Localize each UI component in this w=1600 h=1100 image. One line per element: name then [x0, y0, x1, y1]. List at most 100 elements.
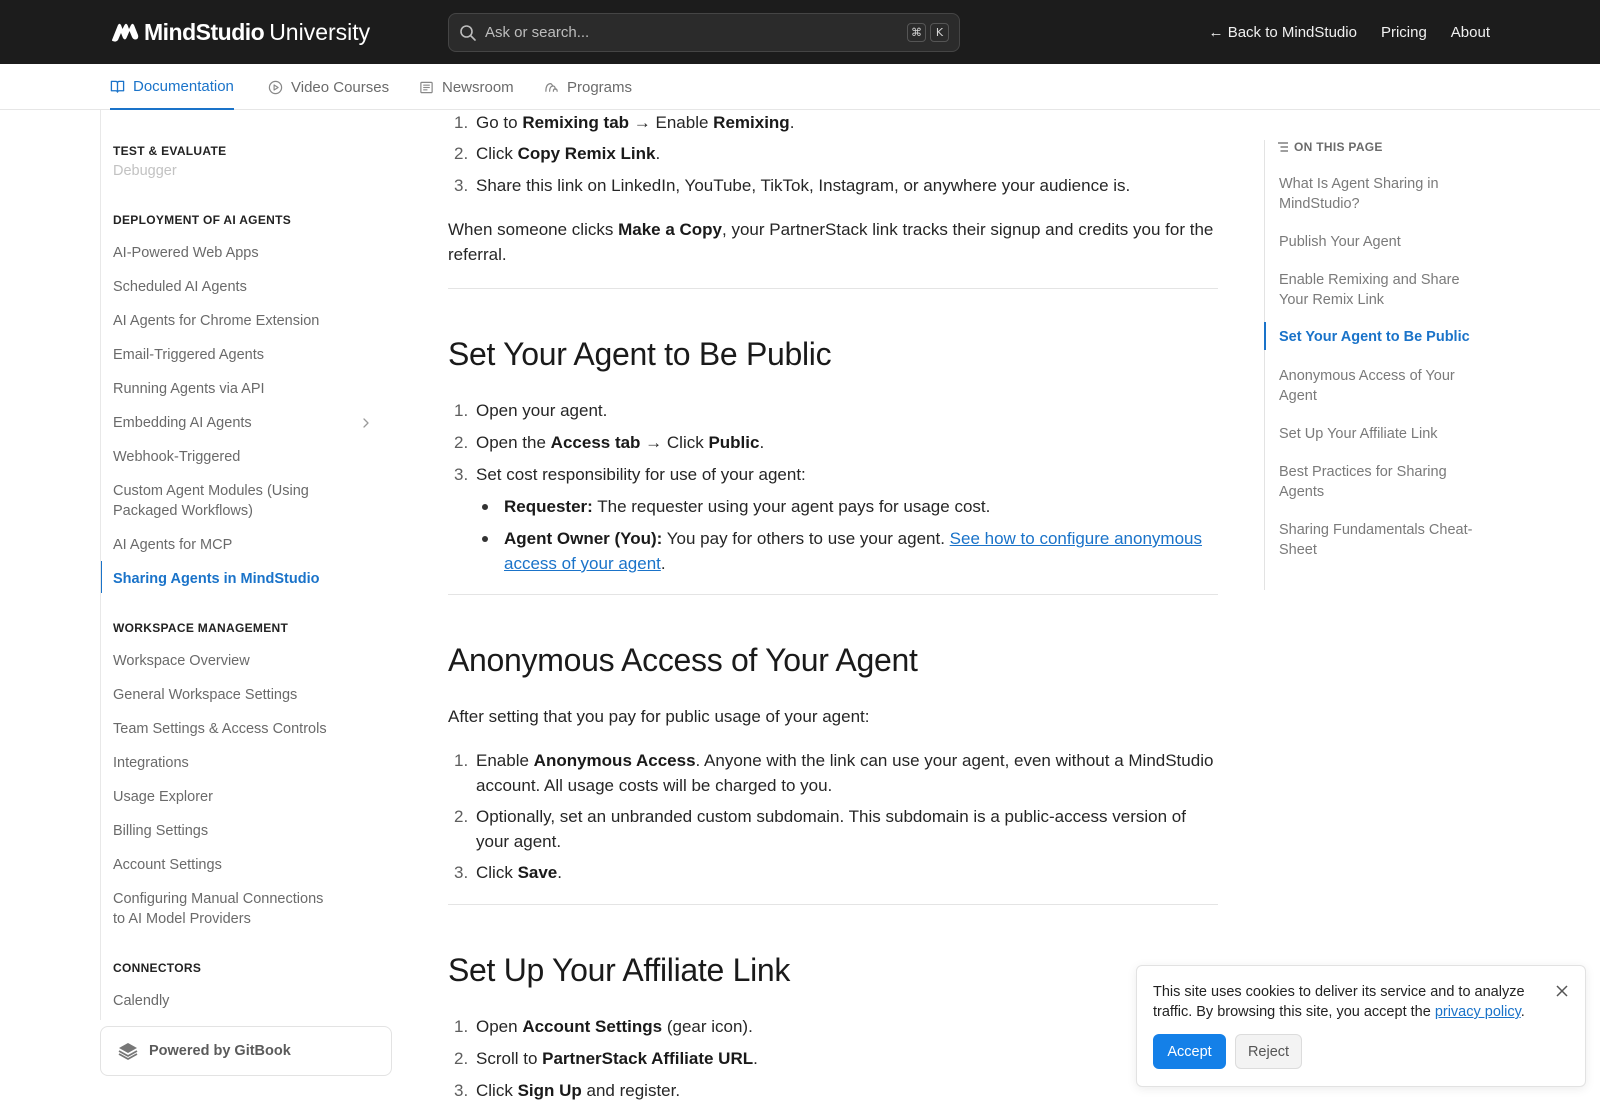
- list-text: Optionally, set an unbranded custom subd…: [476, 807, 1186, 851]
- pricing-link[interactable]: Pricing: [1381, 24, 1427, 41]
- search-icon: [460, 24, 476, 41]
- tab-label: Newsroom: [442, 78, 514, 96]
- tab-label: Programs: [567, 78, 633, 96]
- list-number: 1.: [454, 751, 469, 770]
- powered-by-gitbook[interactable]: Powered by GitBook: [100, 1026, 392, 1076]
- paragraph: When someone clicks Make a Copy, your Pa…: [448, 220, 1214, 264]
- list-text: Share this link on LinkedIn, YouTube, Ti…: [476, 176, 1131, 195]
- sidebar-item-usage-explorer[interactable]: Usage Explorer: [113, 787, 373, 807]
- sidebar-item-debugger[interactable]: Debugger: [113, 161, 373, 181]
- list-number: 2.: [454, 1049, 469, 1068]
- shortcut-key-cmd: ⌘: [907, 23, 926, 42]
- sidebar-item-calendly[interactable]: Calendly: [113, 991, 373, 1011]
- sidebar-section-title: TEST & EVALUATE: [113, 144, 227, 158]
- gitbook-icon: [118, 1043, 138, 1060]
- list-number: 2.: [454, 144, 469, 163]
- toc-item-public[interactable]: Set Your Agent to Be Public: [1279, 327, 1479, 347]
- back-to-mindstudio-link[interactable]: ← Back to MindStudio: [1209, 24, 1357, 41]
- list-text: Go to Remixing tab → Enable Remixing.: [476, 113, 795, 132]
- sidebar-item-billing-settings[interactable]: Billing Settings: [113, 821, 373, 841]
- sidebar-section-title: CONNECTORS: [113, 961, 202, 975]
- toc-item-publish[interactable]: Publish Your Agent: [1279, 232, 1479, 252]
- shortcut-key-k: K: [930, 23, 949, 42]
- sidebar-item-agents-for-mcp[interactable]: AI Agents for MCP: [113, 535, 373, 555]
- toc-title: ON THIS PAGE: [1277, 140, 1383, 154]
- chevron-right-icon[interactable]: [359, 416, 373, 430]
- sidebar-item-sharing-agents[interactable]: Sharing Agents in MindStudio: [113, 569, 373, 589]
- sidebar-item-webhook-triggered[interactable]: Webhook-Triggered: [113, 447, 373, 467]
- tab-programs[interactable]: Programs: [544, 64, 632, 110]
- sidebar-item-custom-agent-modules[interactable]: Custom Agent Modules (Using Packaged Wor…: [113, 481, 313, 521]
- toc-item-what-is-sharing[interactable]: What Is Agent Sharing in MindStudio?: [1279, 174, 1479, 214]
- book-icon: [110, 80, 125, 93]
- section-heading-anonymous: Anonymous Access of Your Agent: [448, 642, 918, 678]
- tab-video-courses[interactable]: Video Courses: [268, 64, 389, 110]
- divider: [448, 288, 1218, 289]
- list-number: 3.: [454, 1081, 469, 1100]
- sidebar-active-indicator: [101, 561, 102, 593]
- list-number: 1.: [454, 1017, 469, 1036]
- toc-item-affiliate[interactable]: Set Up Your Affiliate Link: [1279, 424, 1479, 444]
- sidebar-item-label: Embedding AI Agents: [113, 415, 252, 431]
- list-text: Enable Anonymous Access. Anyone with the…: [476, 751, 1214, 795]
- top-bar: MindStudio University Ask or search... ⌘…: [0, 0, 1600, 64]
- section-heading-public: Set Your Agent to Be Public: [448, 336, 832, 372]
- bullet-dot: [482, 536, 488, 542]
- sidebar-item-running-via-api[interactable]: Running Agents via API: [113, 379, 373, 399]
- reject-button[interactable]: Reject: [1235, 1034, 1302, 1069]
- sidebar-item-team-settings[interactable]: Team Settings & Access Controls: [113, 719, 373, 739]
- sidebar-item-integrations[interactable]: Integrations: [113, 753, 373, 773]
- toc-item-remixing[interactable]: Enable Remixing and Share Your Remix Lin…: [1279, 270, 1479, 310]
- newspaper-icon: [420, 81, 433, 93]
- cookie-banner: This site uses cookies to deliver its se…: [1136, 965, 1586, 1087]
- toc-item-cheat-sheet[interactable]: Sharing Fundamentals Cheat-Sheet: [1279, 520, 1479, 560]
- tab-label: Video Courses: [291, 78, 390, 96]
- list-text: Open your agent.: [476, 401, 608, 420]
- list-text: Scroll to PartnerStack Affiliate URL.: [476, 1049, 758, 1068]
- list-icon: [1278, 142, 1288, 152]
- sidebar-item-account-settings[interactable]: Account Settings: [113, 855, 373, 875]
- sidebar-item-chrome-extension[interactable]: AI Agents for Chrome Extension: [113, 311, 373, 331]
- cookie-message: This site uses cookies to deliver its se…: [1153, 984, 1525, 1020]
- list-text: Click Sign Up and register.: [476, 1081, 681, 1100]
- about-link[interactable]: About: [1451, 24, 1490, 41]
- sidebar-section-title: DEPLOYMENT OF AI AGENTS: [113, 213, 292, 227]
- top-links: ← Back to MindStudio Pricing About: [1209, 0, 1490, 64]
- sidebar-item-embedding-agents[interactable]: Embedding AI Agents: [113, 413, 373, 433]
- play-circle-icon: [268, 80, 283, 94]
- logo[interactable]: MindStudio University: [110, 16, 370, 48]
- toc-title-label: ON THIS PAGE: [1294, 140, 1383, 154]
- list-text: Click Save.: [476, 863, 562, 882]
- tab-newsroom[interactable]: Newsroom: [419, 64, 514, 110]
- programs-icon: [545, 82, 558, 92]
- mindstudio-logo-icon: [111, 23, 139, 42]
- section-tabs: Documentation Video Courses Newsroom Pro…: [0, 64, 1600, 110]
- list-number: 1.: [454, 113, 469, 132]
- tab-label: Documentation: [133, 77, 234, 95]
- table-of-contents: ON THIS PAGE What Is Agent Sharing in Mi…: [1264, 140, 1484, 590]
- section-heading-affiliate: Set Up Your Affiliate Link: [448, 952, 791, 988]
- privacy-policy-link[interactable]: privacy policy: [1435, 1004, 1521, 1020]
- main-content: 1. Go to Remixing tab → Enable Remixing.…: [448, 110, 1218, 1100]
- sidebar-item-manual-connections[interactable]: Configuring Manual Connections to AI Mod…: [113, 889, 338, 929]
- tab-documentation[interactable]: Documentation: [110, 64, 234, 110]
- logo-suffix: University: [269, 18, 371, 45]
- sidebar-item-workspace-overview[interactable]: Workspace Overview: [113, 651, 373, 671]
- sidebar-item-scheduled-agents[interactable]: Scheduled AI Agents: [113, 277, 373, 297]
- bullet-dot: [482, 504, 488, 510]
- accept-button[interactable]: Accept: [1153, 1034, 1226, 1069]
- search-placeholder: Ask or search...: [485, 24, 590, 41]
- list-text: Open the Access tab → Click Public.: [476, 433, 765, 452]
- sidebar-item-email-triggered[interactable]: Email-Triggered Agents: [113, 345, 373, 365]
- paragraph: After setting that you pay for public us…: [448, 707, 870, 726]
- toc-item-anonymous[interactable]: Anonymous Access of Your Agent: [1279, 366, 1479, 406]
- sidebar-item-web-apps[interactable]: AI-Powered Web Apps: [113, 243, 373, 263]
- sidebar-item-general-workspace-settings[interactable]: General Workspace Settings: [113, 685, 373, 705]
- toc-item-best-practices[interactable]: Best Practices for Sharing Agents: [1279, 462, 1479, 502]
- list-number: 3.: [454, 863, 469, 882]
- list-number: 2.: [454, 807, 469, 826]
- bullet-text: Agent Owner (You): You pay for others to…: [504, 529, 1202, 573]
- close-icon[interactable]: [1555, 984, 1569, 998]
- search-bar[interactable]: Ask or search... ⌘ K: [448, 13, 960, 52]
- list-number: 3.: [454, 465, 469, 484]
